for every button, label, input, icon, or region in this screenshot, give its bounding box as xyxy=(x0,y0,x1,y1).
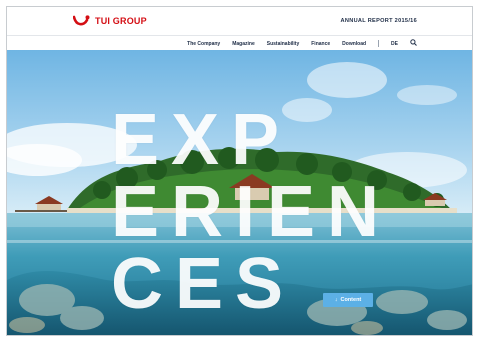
language-switch-de[interactable]: DE xyxy=(391,41,398,47)
browser-frame: TUI GROUP ANNUAL REPORT 2015/16 The Comp… xyxy=(6,6,473,336)
hero-headline: EXP ERIEN CES xyxy=(111,104,391,320)
nav-divider xyxy=(378,40,380,47)
nav-item-download[interactable]: Download xyxy=(342,41,366,47)
headline-line-2: ERIEN xyxy=(111,172,392,252)
search-icon[interactable] xyxy=(410,39,417,48)
tui-logo[interactable]: TUI GROUP xyxy=(73,13,147,29)
content-button[interactable]: ↓ Content xyxy=(323,293,373,307)
nav-item-magazine[interactable]: Magazine xyxy=(232,41,255,47)
tui-smile-icon xyxy=(73,15,90,26)
nav-item-the-company[interactable]: The Company xyxy=(187,41,220,47)
logo-text: TUI GROUP xyxy=(95,16,147,26)
headline-line-1: EXP xyxy=(111,100,292,180)
nav-item-finance[interactable]: Finance xyxy=(311,41,330,47)
top-bar: TUI GROUP ANNUAL REPORT 2015/16 xyxy=(7,7,472,35)
arrow-down-icon: ↓ xyxy=(334,297,338,303)
content-button-label: Content xyxy=(340,297,362,303)
nav-item-sustainability[interactable]: Sustainability xyxy=(267,41,300,47)
main-navigation: The Company Magazine Sustainability Fina… xyxy=(7,35,472,51)
hero-image: EXP ERIEN CES xyxy=(7,50,472,335)
headline-line-3: CES xyxy=(111,244,296,324)
annual-report-title: ANNUAL REPORT 2015/16 xyxy=(340,18,417,24)
